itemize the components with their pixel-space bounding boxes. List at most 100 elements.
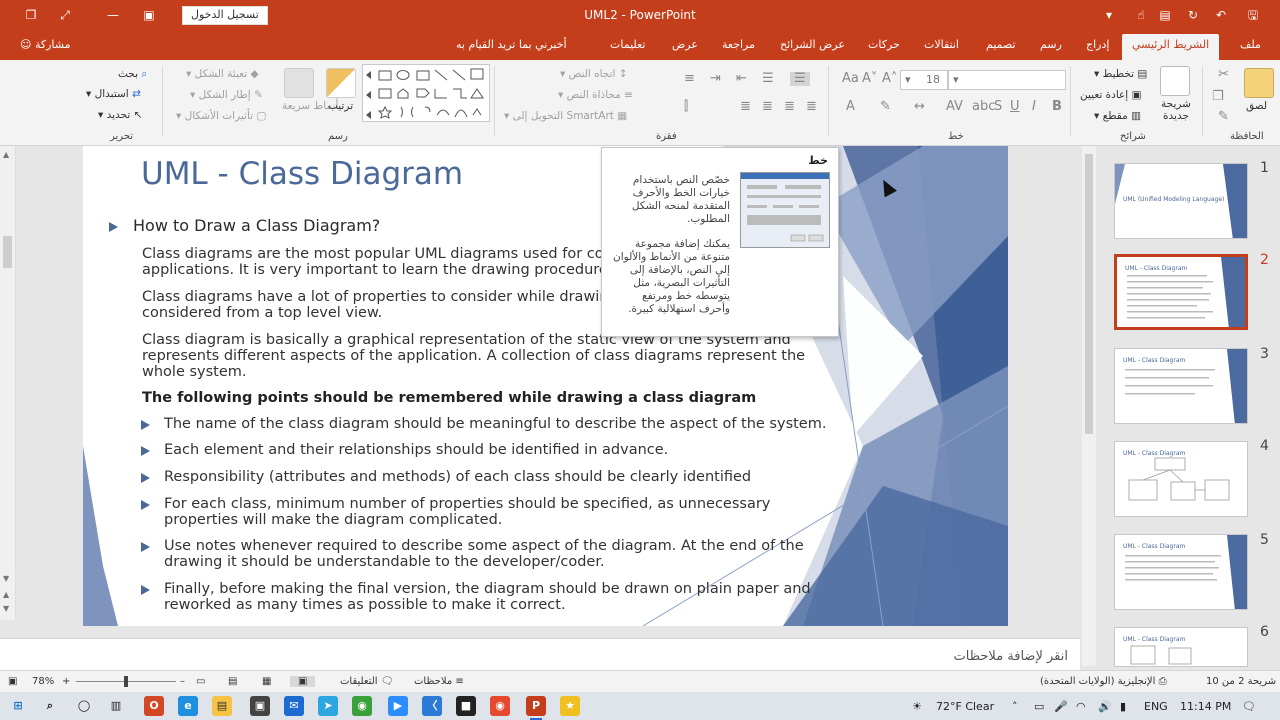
store-icon[interactable]: ▣ [250,696,270,716]
select-button[interactable]: ▾ تحديد ↖ [98,109,142,121]
bullet-line[interactable]: The name of the class diagram should be … [164,416,834,432]
slide-thumbnail-5[interactable]: UML - Class Diagram [1114,534,1248,610]
slide-thumbnail-1[interactable]: UML (Unified Modeling Language) [1114,163,1248,239]
bullet-line[interactable]: Each element and their relationships sho… [164,442,834,458]
microphone-icon[interactable]: 🎤 [1054,700,1068,713]
paragraph-line[interactable]: whole system. [142,364,842,380]
office-icon[interactable]: O [144,696,164,716]
scrollbar-thumb[interactable] [3,236,12,268]
zoom-level[interactable]: 78% [32,676,54,687]
underline-icon[interactable]: U [1010,100,1020,114]
windows-start-icon[interactable]: ⊞ [8,696,28,716]
bold-icon[interactable]: B [1052,100,1062,114]
redo-icon[interactable]: ↻ [1184,6,1202,24]
bold-line[interactable]: The following points should be remembere… [142,390,842,406]
touch-mode-icon[interactable]: ☝ [1132,6,1150,24]
tab-file[interactable]: ملف [1240,38,1261,51]
tab-slideshow[interactable]: عرض الشرائح [780,38,845,51]
increase-font-icon[interactable]: A˄ [882,72,897,86]
zoom-out-icon[interactable]: – [180,676,185,687]
comments-button[interactable]: التعليقات 🗨 [340,676,393,687]
tab-review[interactable]: مراجعة [722,38,755,51]
shadow-icon[interactable]: S [994,100,1002,114]
italic-icon[interactable]: I [1032,100,1036,114]
vscode-icon[interactable]: 〈 [422,696,442,716]
bullet-line[interactable]: properties will make the diagram complic… [164,512,834,528]
new-slide-icon[interactable] [1160,66,1190,96]
slide-thumbnail-2[interactable]: UML - Class Diagram [1114,254,1248,330]
shape-effects-button[interactable]: ▾ تأثيرات الأشكال ▢ [176,110,266,122]
customize-qat-icon[interactable]: ▾ [1100,6,1118,24]
left-vertical-scrollbar[interactable]: ▲ ▼ ▲ ▼ [0,146,16,620]
shape-fill-button[interactable]: ▾ تعبئة الشكل ◆ [186,68,259,80]
bullet-line[interactable]: For each class, minimum number of proper… [164,496,834,512]
bullets-icon[interactable]: ☰ [790,72,810,86]
strikethrough-icon[interactable]: abc [972,100,995,114]
columns-icon[interactable]: ⫿ [684,100,688,114]
align-text-button[interactable]: ▾ محاذاة النص ≡ [558,89,633,101]
reading-view-icon[interactable]: ▤ [228,676,237,687]
tab-transitions[interactable]: انتقالات [924,38,959,51]
change-case-icon[interactable]: Aa [842,72,859,86]
search-icon[interactable]: ⌕ [40,696,60,716]
scroll-up-icon[interactable]: ▲ [3,150,9,159]
format-painter-icon[interactable]: ✎ [1218,110,1229,124]
slideshow-view-icon[interactable]: ▭ [196,676,205,687]
smartart-button[interactable]: ▾ التحويل إلى SmartArt ▦ [504,110,627,122]
wifi-icon[interactable]: ◠ [1076,700,1086,713]
bullet-line[interactable]: Use notes whenever required to describe … [164,538,834,554]
zoom-slider-knob[interactable] [124,676,128,687]
font-size-box[interactable]: ▾ 18 [900,70,948,90]
slide-heading[interactable]: How to Draw a Class Diagram? [133,216,380,235]
slide-thumbnail-4[interactable]: UML - Class Diagram [1114,441,1248,517]
weather-status[interactable]: 72°F Clear [936,700,994,713]
previous-slide-icon[interactable]: ▲ [3,590,9,599]
slide-title[interactable]: UML - Class Diagram [141,156,463,192]
slide-thumbnail-3[interactable]: UML - Class Diagram [1114,348,1248,424]
scroll-down-icon[interactable]: ▼ [3,574,9,583]
telegram-icon[interactable]: ➤ [318,696,338,716]
battery-icon[interactable]: ▮ [1120,700,1126,713]
mail-icon[interactable]: ✉ [284,696,304,716]
quick-styles-icon[interactable] [284,68,314,98]
section-button[interactable]: ▾ مقطع ▥ [1094,110,1141,122]
find-button[interactable]: بحث ⌕ [118,68,147,81]
arrange-icon[interactable] [326,68,356,98]
decrease-font-icon[interactable]: A˅ [862,72,877,86]
shapes-gallery[interactable] [362,64,490,122]
tab-view[interactable]: عرض [672,38,698,51]
text-direction-button[interactable]: ▾ اتجاه النص ↕ [560,68,628,80]
tab-draw[interactable]: رسم [1040,38,1062,51]
zoom-app-icon[interactable]: ▶ [388,696,408,716]
zoom-in-icon[interactable]: + [62,676,70,687]
fit-slide-icon[interactable]: ▣ [8,676,17,687]
normal-view-icon[interactable]: ▣ [290,676,316,687]
shape-outline-button[interactable]: ▾ إطار الشكل ✎ [190,89,263,101]
tab-insert[interactable]: إدراج [1086,38,1109,51]
edge-icon[interactable]: e [178,696,198,716]
undo-icon[interactable]: ↶ [1212,6,1230,24]
bullet-line[interactable]: Responsibility (attributes and methods) … [164,469,834,485]
layout-button[interactable]: ▾ تخطيط ▤ [1094,68,1147,80]
bullet-line[interactable]: drawing it should be understandable to t… [164,554,834,570]
indent-icon[interactable]: ⇥ [710,72,721,86]
tab-animations[interactable]: حركات [868,38,900,51]
slide-canvas[interactable]: UML - Class Diagram How to Draw a Class … [83,146,1008,626]
powerpoint-taskbar-icon[interactable]: P [526,696,546,720]
notes-button[interactable]: ملاحظات ≡ [414,676,464,687]
font-name-box[interactable]: ▾ [948,70,1066,90]
justify-icon[interactable]: ≣ [740,100,751,114]
zoom-slider[interactable] [76,676,176,687]
volume-icon[interactable]: 🔊 [1098,700,1112,713]
network-icon[interactable]: ▭ [1034,700,1044,713]
notifications-icon[interactable]: 🗨 [1242,700,1256,713]
present-icon[interactable]: ▤ [1156,6,1174,24]
cut-icon[interactable]: ✂ [1218,68,1229,82]
bullet-line[interactable]: Finally, before making the final version… [164,581,834,597]
file-explorer-icon[interactable]: ▤ [212,696,232,716]
clock[interactable]: 11:14 PM [1180,700,1231,713]
show-hidden-icons-icon[interactable]: ˄ [1012,700,1018,713]
text-effects-icon[interactable]: AV [946,100,963,114]
tab-home[interactable]: الشريط الرئيسي [1122,34,1220,60]
scrollbar-thumb[interactable] [1085,154,1093,434]
